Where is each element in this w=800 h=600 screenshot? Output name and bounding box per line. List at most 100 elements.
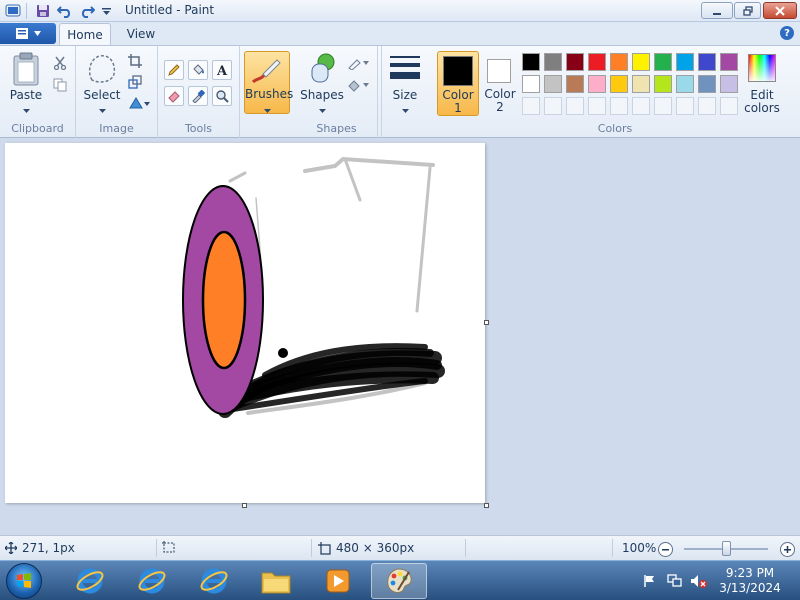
file-menu-icon <box>15 28 28 39</box>
eyedropper-icon <box>192 89 205 103</box>
drawing-canvas[interactable] <box>5 143 485 503</box>
size-button[interactable]: Size <box>384 52 426 116</box>
chevron-down-icon <box>33 31 41 36</box>
taskbar-ie-3[interactable] <box>186 563 242 599</box>
pencil-tool[interactable] <box>164 60 184 80</box>
chevron-down-icon <box>401 109 409 113</box>
color-picker-tool[interactable] <box>188 86 208 106</box>
status-bar: 271, 1px 480 × 360px 100% <box>0 535 800 560</box>
magnifier-icon <box>216 90 229 103</box>
resize-handle-bottom[interactable] <box>242 503 247 508</box>
redo-icon[interactable] <box>77 2 97 20</box>
volume-muted-icon[interactable] <box>688 561 710 600</box>
text-icon: A <box>216 64 228 77</box>
internet-explorer-icon <box>138 568 166 594</box>
clock-time: 9:23 PM <box>725 566 775 580</box>
paste-label: Paste <box>9 88 43 102</box>
file-menu-button[interactable] <box>0 23 56 44</box>
line-size-icon <box>390 56 420 79</box>
crop-icon[interactable] <box>126 52 144 70</box>
windows-logo-icon <box>17 573 31 588</box>
taskbar-clock[interactable]: 9:23 PM 3/13/2024 <box>716 566 784 596</box>
zoom-slider-thumb[interactable] <box>722 541 731 556</box>
outline-icon[interactable] <box>346 54 372 72</box>
save-icon[interactable] <box>33 2 53 20</box>
taskbar-ie-2[interactable] <box>124 563 180 599</box>
size-divider <box>381 46 382 138</box>
zoom-level-text: 100% <box>622 541 657 555</box>
shape-fill-icon[interactable] <box>346 76 372 94</box>
resize-icon[interactable] <box>126 73 144 91</box>
pencil-icon <box>168 64 180 76</box>
help-icon[interactable]: ? <box>780 26 794 40</box>
eraser-tool[interactable] <box>164 86 184 106</box>
shapes-group-label: Shapes <box>316 122 357 135</box>
status-divider <box>465 539 466 557</box>
brushes-button[interactable]: Brushes <box>244 51 294 116</box>
plus-icon <box>784 546 791 553</box>
tools-group-label: Tools <box>184 122 213 135</box>
select-icon <box>88 55 116 83</box>
taskbar-ie-1[interactable] <box>62 563 118 599</box>
text-tool[interactable]: A <box>212 60 232 80</box>
fill-tool[interactable] <box>188 60 208 80</box>
cursor-position-text: 271, 1px <box>22 541 75 555</box>
colors-group: Colors <box>430 46 800 138</box>
action-center-flag-icon[interactable] <box>640 561 660 600</box>
select-button[interactable]: Select <box>82 52 122 116</box>
ribbon-tab-row: Home View ? <box>0 22 800 45</box>
customize-quick-access-icon[interactable] <box>99 2 113 20</box>
paint-palette-icon <box>387 568 412 593</box>
paste-button[interactable]: Paste <box>6 52 46 116</box>
title-bar: Untitled - Paint <box>0 0 800 22</box>
internet-explorer-icon <box>200 568 228 594</box>
clipboard-group: Paste Clipboard <box>0 46 76 138</box>
network-icon[interactable] <box>664 561 686 600</box>
shapes-label: Shapes <box>300 88 344 102</box>
zoom-in-button[interactable] <box>780 542 795 557</box>
tab-view[interactable]: View <box>115 23 167 45</box>
colors-group-label: Colors <box>597 122 633 135</box>
cursor-position-icon <box>5 542 17 554</box>
select-label: Select <box>83 88 121 102</box>
fill-bucket-icon <box>193 64 204 75</box>
shapes-button[interactable]: Shapes <box>300 52 344 116</box>
selection-size-icon <box>162 541 175 553</box>
rotate-icon[interactable] <box>126 94 152 112</box>
zoom-out-button[interactable] <box>658 542 673 557</box>
taskbar-media-player[interactable] <box>310 563 366 599</box>
restore-button[interactable] <box>734 2 761 19</box>
brush-icon <box>250 55 284 85</box>
restore-icon <box>742 5 753 16</box>
taskbar-explorer[interactable] <box>248 563 304 599</box>
clock-date: 3/13/2024 <box>719 581 781 595</box>
tab-home[interactable]: Home <box>59 23 111 45</box>
resize-handle-right[interactable] <box>484 320 489 325</box>
shapes-icon <box>311 53 335 83</box>
internet-explorer-icon <box>76 568 104 594</box>
image-size-text: 480 × 360px <box>336 541 415 555</box>
resize-handle-corner[interactable] <box>484 503 489 508</box>
paint-app-icon[interactable] <box>3 2 23 20</box>
chevron-down-icon <box>98 109 106 113</box>
cut-icon[interactable] <box>51 54 69 72</box>
taskbar-paint[interactable] <box>371 563 427 599</box>
image-size-icon <box>318 541 331 555</box>
minimize-button[interactable] <box>701 2 733 19</box>
close-button[interactable] <box>763 2 797 19</box>
media-player-icon <box>326 569 350 593</box>
magnifier-tool[interactable] <box>212 86 232 106</box>
ribbon: Paste Clipboard Select Image A Tools Bru… <box>0 45 800 138</box>
copy-icon[interactable] <box>51 76 69 94</box>
chevron-down-icon <box>264 102 271 116</box>
undo-icon[interactable] <box>55 2 75 20</box>
brushes-label: Brushes <box>245 87 294 101</box>
status-divider <box>612 539 613 557</box>
clipboard-group-label: Clipboard <box>11 122 64 135</box>
folder-icon <box>261 572 291 594</box>
start-button[interactable] <box>6 563 42 599</box>
shapes-group: Shapes Shapes <box>296 46 378 138</box>
image-group: Select Image <box>76 46 158 138</box>
quick-access-divider <box>26 3 27 19</box>
chevron-down-icon <box>22 109 30 113</box>
